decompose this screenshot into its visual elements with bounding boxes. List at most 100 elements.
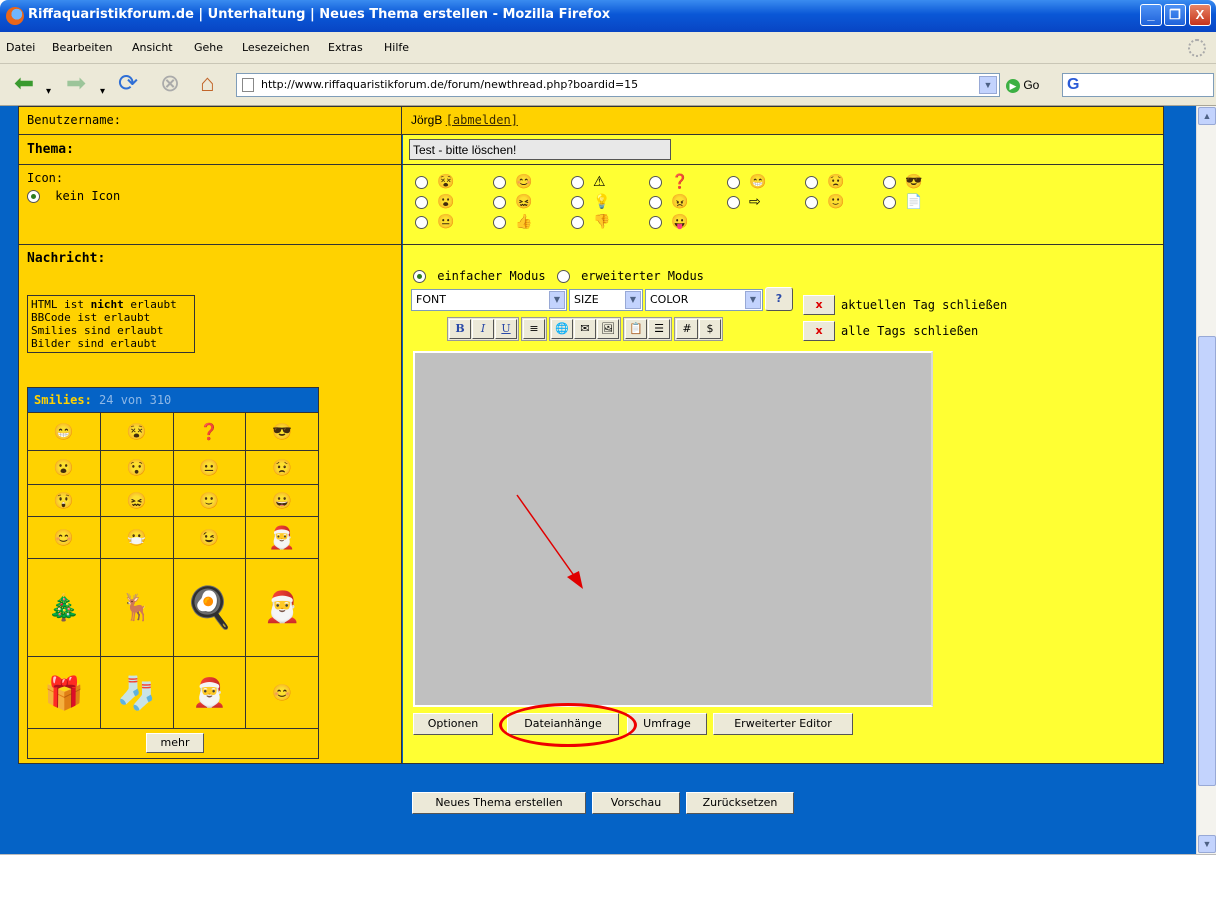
icon-option[interactable]: 👍 [493,213,532,230]
preview-button[interactable]: Vorschau [592,792,680,814]
no-icon-radio[interactable] [27,190,40,203]
back-icon[interactable]: ⬅ [14,70,34,98]
message-textarea[interactable] [413,351,933,707]
menu-bearbeiten[interactable]: Bearbeiten [52,41,112,54]
smiley-egg-icon[interactable]: 🍳 [172,559,246,656]
icon-option[interactable]: 😐 [415,213,454,230]
smiley-santa-icon[interactable]: 🎅 [172,657,246,728]
logout-link[interactable]: [abmelden] [446,113,518,127]
smiley-shocked-icon[interactable]: 😯 [99,451,173,484]
menu-datei[interactable]: Datei [6,41,35,54]
smiley-happy-icon[interactable]: 😀 [245,485,318,516]
url-bar[interactable]: http://www.riffaquaristikforum.de/forum/… [236,73,1000,97]
underline-button[interactable]: U [495,319,517,339]
center-align-icon[interactable]: ≡ [523,319,545,339]
advanced-editor-button[interactable]: Erweiterter Editor [713,713,853,735]
smiley-sick-icon[interactable]: 😷 [99,517,173,558]
smiley-question-icon[interactable]: ❓ [172,413,246,450]
list-icon[interactable]: ☰ [648,319,670,339]
menu-lesezeichen[interactable]: Lesezeichen [242,41,310,54]
forward-dropdown-icon[interactable]: ▾ [100,78,105,106]
scroll-down-icon[interactable]: ▼ [1198,835,1216,853]
go-button[interactable]: ▶ Go [1006,78,1039,93]
search-box[interactable]: G [1062,73,1214,97]
font-select[interactable]: FONT ▼ [411,289,567,311]
smiley-astonished-icon[interactable]: 😲 [28,485,100,516]
icon-option[interactable]: 😖 [493,193,532,210]
size-select[interactable]: SIZE ▼ [569,289,643,311]
smilies-row: 😁 😵 ❓ 😎 [28,412,318,450]
scroll-thumb[interactable] [1198,336,1216,786]
icon-option[interactable]: 👎 [571,213,610,230]
url-dropdown-icon[interactable]: ▼ [979,76,997,94]
icon-option[interactable]: ⇨ [727,193,761,210]
smiley-santa-running-icon[interactable]: 🎅 [245,559,318,656]
icon-option[interactable]: ❓ [649,173,688,190]
reset-button[interactable]: Zurücksetzen [686,792,794,814]
menu-extras[interactable]: Extras [328,41,363,54]
quote-icon[interactable]: 📋 [625,319,647,339]
smiley-blush-icon[interactable]: 😊 [28,517,100,558]
reload-icon[interactable]: ⟳ [118,70,138,98]
smiley-presents-icon[interactable]: 🎁 [28,657,100,728]
icon-option[interactable]: 😠 [649,193,688,210]
create-thread-button[interactable]: Neues Thema erstellen [412,792,586,814]
icon-option[interactable]: 💡 [571,193,610,210]
smiley-smile-icon[interactable]: 🙂 [172,485,246,516]
smiley-dizzy-icon[interactable]: 😵 [99,413,173,450]
subject-input[interactable] [409,139,671,160]
simple-mode-radio[interactable] [413,270,426,283]
minimize-button[interactable]: _ [1140,4,1162,26]
smiley-reindeer-icon[interactable]: 🦌 [99,559,173,656]
home-icon[interactable]: ⌂ [200,70,215,98]
php-icon[interactable]: $ [699,319,721,339]
smiley-grin-icon[interactable]: 😁 [28,413,100,450]
icon-option[interactable]: 😟 [805,173,844,190]
icon-option[interactable]: 😎 [883,173,922,190]
smiley-tree-icon[interactable]: 🎄 [28,559,100,656]
smiley-neutral-icon[interactable]: 😐 [172,451,246,484]
smiley-wink-icon[interactable]: 😉 [172,517,246,558]
smiley-surprised-icon[interactable]: 😮 [28,451,100,484]
advanced-mode-radio[interactable] [556,270,570,283]
smiley-stocking-icon[interactable]: 🧦 [99,657,173,728]
back-dropdown-icon[interactable]: ▾ [46,78,51,106]
smiley-elf-icon[interactable]: 😊 [245,657,318,728]
advanced-mode-label: erweiterter Modus [581,269,704,283]
stop-icon[interactable]: ⊗ [160,70,180,98]
italic-button[interactable]: I [472,319,494,339]
icon-option[interactable]: 🙂 [805,193,844,210]
no-icon-option[interactable]: kein Icon [27,189,393,203]
scroll-up-icon[interactable]: ▲ [1198,107,1216,125]
close-window-button[interactable]: X [1189,4,1211,26]
options-button[interactable]: Optionen [413,713,493,735]
maximize-button[interactable]: ❐ [1164,4,1186,26]
icon-option[interactable]: 😮 [415,193,454,210]
icon-option[interactable]: 📄 [883,193,922,210]
vertical-scrollbar[interactable]: ▲ ▼ [1196,106,1216,854]
more-smilies-button[interactable]: mehr [146,733,204,753]
smiley-confused-icon[interactable]: 😖 [99,485,173,516]
close-all-tags-button[interactable]: x [803,321,835,341]
email-icon[interactable]: ✉ [574,319,596,339]
smiley-santa-hat-icon[interactable]: 🎅 [245,517,318,558]
forward-icon[interactable]: ➡ [66,70,86,98]
icon-option[interactable]: 😁 [727,173,766,190]
color-select[interactable]: COLOR ▼ [645,289,763,311]
code-icon[interactable]: # [676,319,698,339]
smiley-sad-icon[interactable]: 😟 [245,451,318,484]
icon-option[interactable]: 😊 [493,173,532,190]
smiley-cool-icon[interactable]: 😎 [245,413,318,450]
help-button[interactable]: ? [765,287,793,311]
icon-option[interactable]: 😵 [415,173,454,190]
bold-button[interactable]: B [449,319,471,339]
menu-gehe[interactable]: Gehe [194,41,223,54]
menu-ansicht[interactable]: Ansicht [132,41,173,54]
close-tag-button[interactable]: x [803,295,835,315]
link-icon[interactable]: 🌐 [551,319,573,339]
icon-option[interactable]: ⚠ [571,173,606,190]
poll-button[interactable]: Umfrage [627,713,707,735]
icon-option[interactable]: 😛 [649,213,688,230]
image-icon[interactable]: 🖼 [597,319,619,339]
menu-hilfe[interactable]: Hilfe [384,41,409,54]
